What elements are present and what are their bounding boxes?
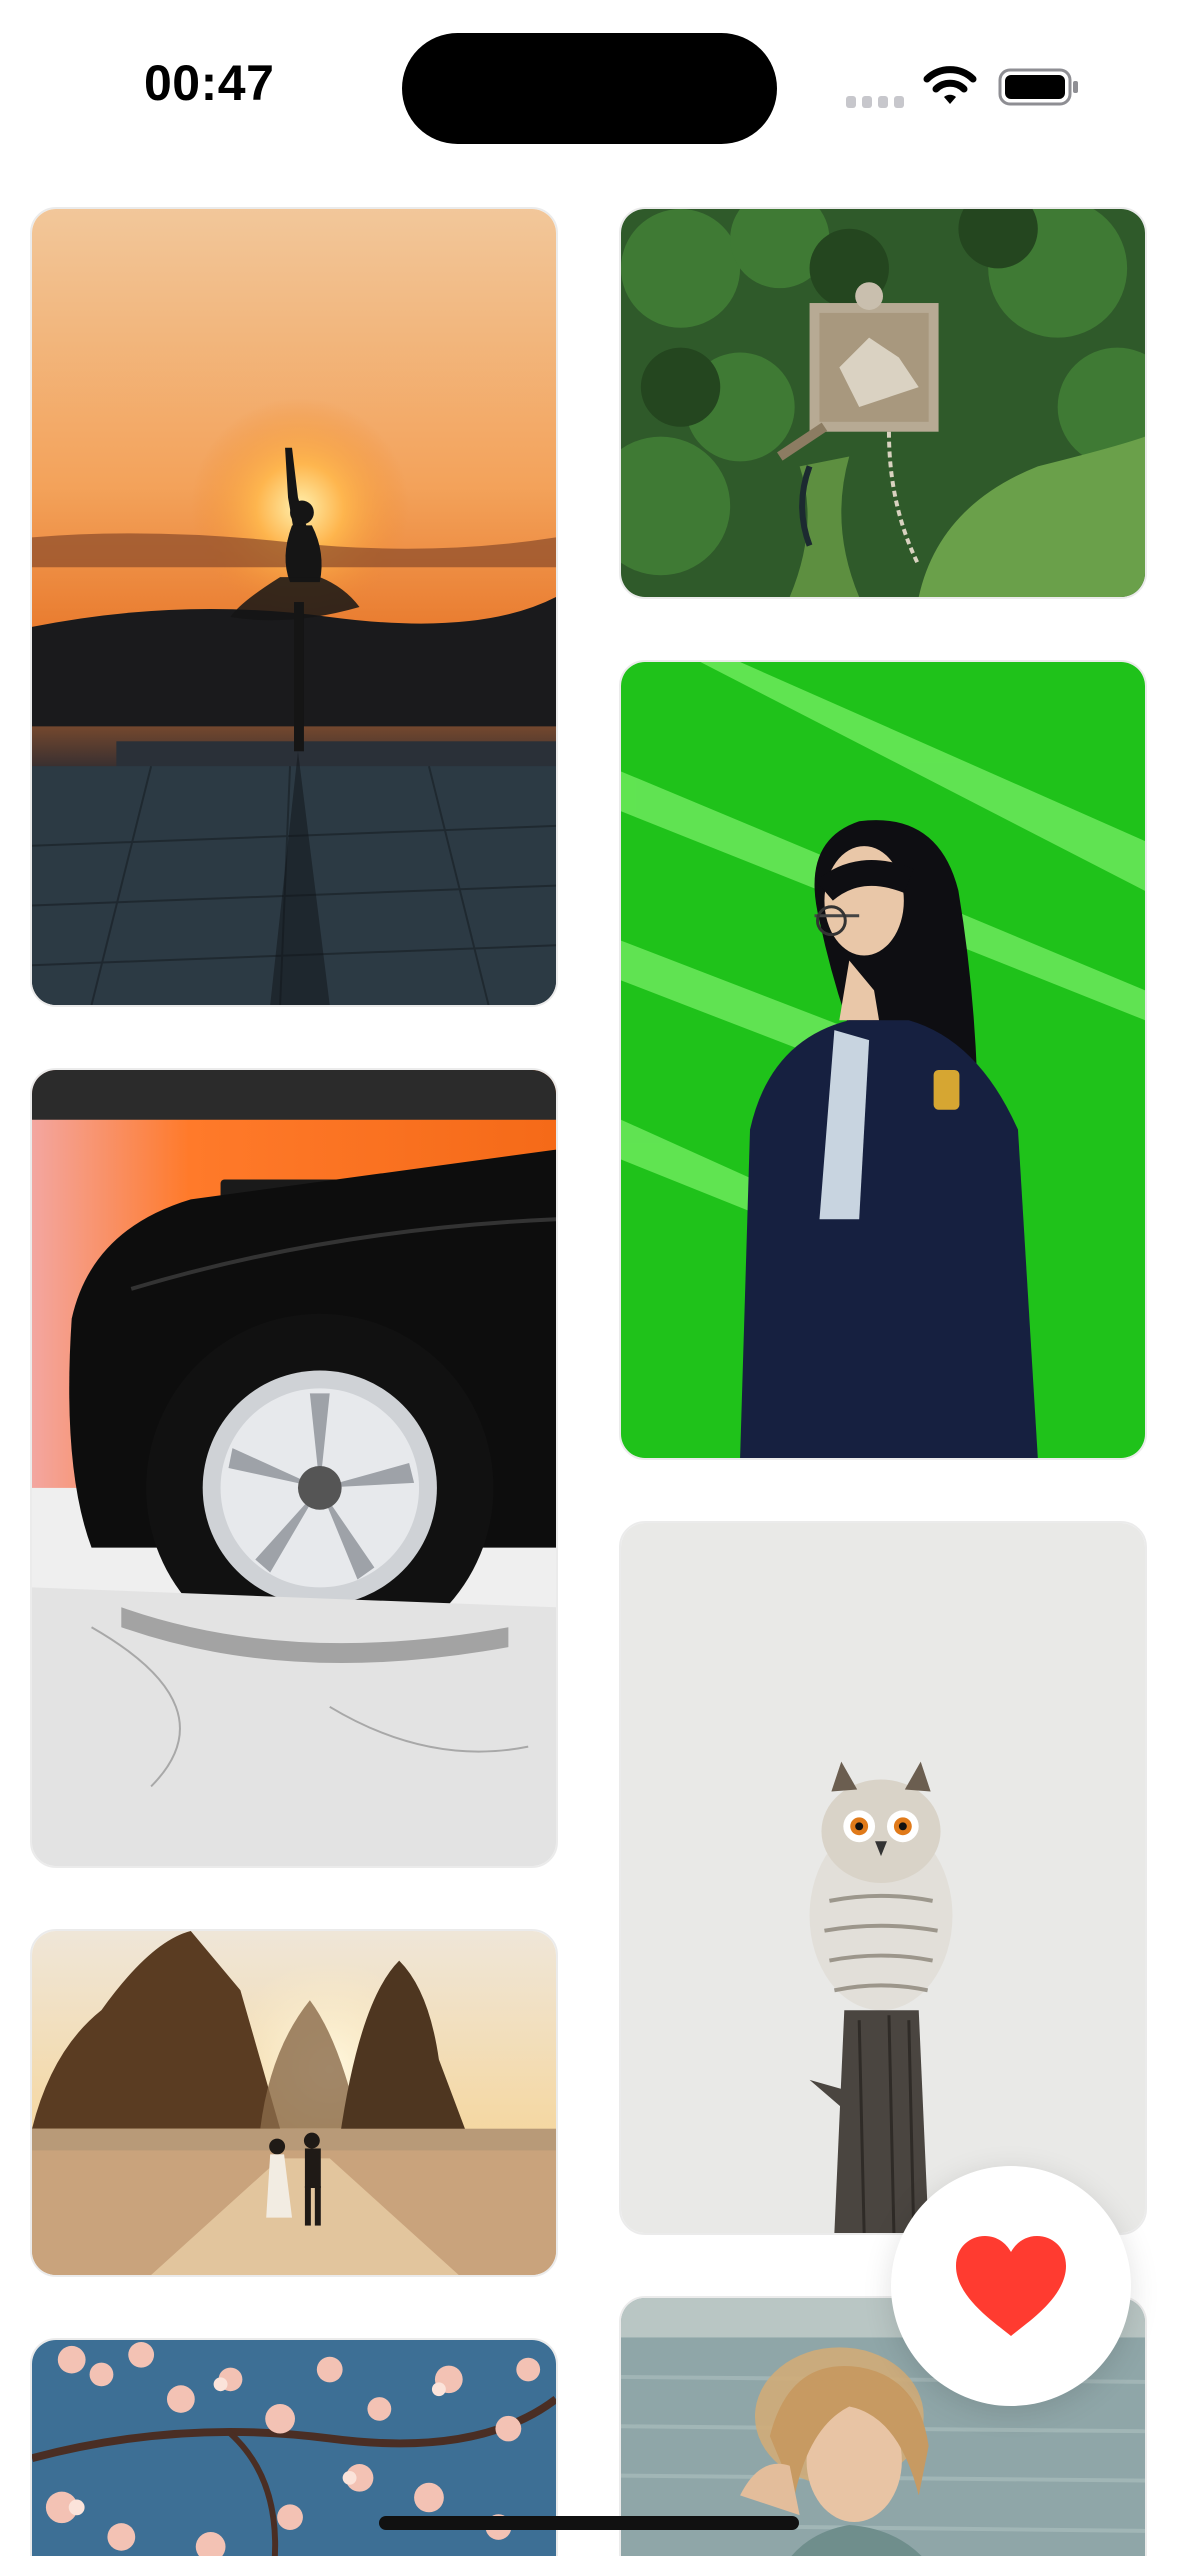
photo-woman-green-wall[interactable] bbox=[619, 660, 1147, 1460]
photo-owl-on-post[interactable] bbox=[619, 1521, 1147, 2235]
cellular-signal-icon bbox=[846, 96, 904, 108]
favorite-button[interactable] bbox=[891, 2166, 1131, 2406]
dynamic-island bbox=[402, 33, 777, 144]
status-bar: 00:47 bbox=[0, 0, 1179, 170]
photo-aerial-jungle-statue[interactable] bbox=[619, 207, 1147, 599]
heart-icon bbox=[956, 2236, 1066, 2336]
photo-sunset-dancer[interactable] bbox=[30, 207, 558, 1007]
wifi-icon bbox=[922, 64, 978, 110]
home-indicator[interactable] bbox=[379, 2516, 799, 2530]
status-time: 00:47 bbox=[144, 55, 275, 111]
photo-couple-beach-rocks[interactable] bbox=[30, 1929, 558, 2277]
photo-black-car-wheel[interactable] bbox=[30, 1068, 558, 1868]
battery-icon bbox=[998, 68, 1080, 106]
